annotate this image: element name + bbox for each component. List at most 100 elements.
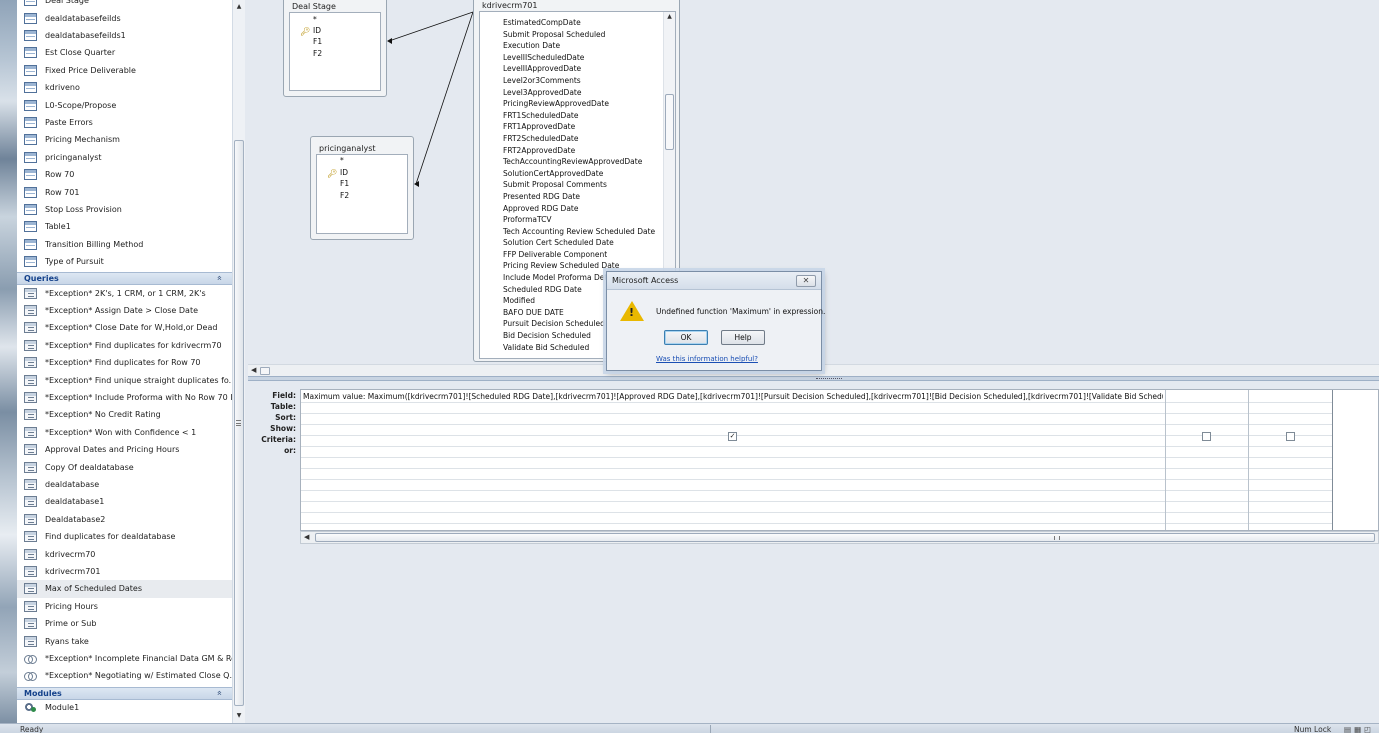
field-item[interactable]: SolutionCertApprovedDate: [480, 168, 663, 180]
field-item[interactable]: Level3ApprovedDate: [480, 87, 663, 99]
scroll-up-arrow-icon[interactable]: ▲: [664, 13, 675, 20]
nav-item[interactable]: dealdatabase: [17, 476, 232, 493]
table-object-icon: [24, 221, 37, 233]
nav-item[interactable]: Paste Errors: [17, 114, 232, 131]
nav-item[interactable]: Approval Dates and Pricing Hours: [17, 441, 232, 458]
collapse-chevron-icon[interactable]: »: [215, 690, 225, 696]
nav-item[interactable]: dealdatabasefeilds: [17, 9, 232, 26]
nav-item[interactable]: Dealdatabase2: [17, 511, 232, 528]
nav-item[interactable]: *Exception* Find unique straight duplica…: [17, 371, 232, 388]
nav-item[interactable]: *Exception* Find duplicates for Row 70: [17, 354, 232, 371]
nav-item[interactable]: Est Close Quarter: [17, 44, 232, 61]
scroll-thumb[interactable]: [665, 94, 674, 150]
nav-item[interactable]: Table1: [17, 218, 232, 235]
nav-item[interactable]: Stop Loss Provision: [17, 201, 232, 218]
nav-item[interactable]: Deal Stage: [17, 0, 232, 9]
ok-button[interactable]: OK: [664, 330, 708, 345]
field-item[interactable]: 🔑︎ ID: [317, 167, 407, 179]
nav-item[interactable]: Pricing Mechanism: [17, 131, 232, 148]
query-object-icon: [24, 357, 37, 369]
nav-item[interactable]: *Exception* Incomplete Financial Data GM…: [17, 650, 232, 667]
table-title[interactable]: kdrivecrm701: [474, 0, 679, 11]
nav-item[interactable]: Transition Billing Method: [17, 236, 232, 253]
show-checkbox[interactable]: ✓: [728, 432, 737, 441]
field-item[interactable]: Approved RDG Date: [480, 203, 663, 215]
scroll-down-arrow-icon[interactable]: ▼: [233, 709, 245, 722]
field-item[interactable]: Presented RDG Date: [480, 191, 663, 203]
scroll-up-arrow-icon[interactable]: ▲: [233, 0, 245, 13]
field-item[interactable]: PricingReviewApprovedDate: [480, 98, 663, 110]
feedback-link[interactable]: Was this information helpful?: [656, 355, 758, 363]
grid-row-labels: Field: Table: Sort: Show: Criteria: or:: [248, 390, 296, 456]
nav-item[interactable]: *Exception* Negotiating w/ Estimated Clo…: [17, 667, 232, 684]
nav-item[interactable]: Find duplicates for dealdatabase: [17, 528, 232, 545]
field-item[interactable]: 🔑︎ ID: [290, 25, 380, 37]
nav-item[interactable]: dealdatabasefeilds1: [17, 27, 232, 44]
field-item[interactable]: FRT1ApprovedDate: [480, 121, 663, 133]
nav-item[interactable]: Copy Of dealdatabase: [17, 458, 232, 475]
nav-item[interactable]: Pricing Hours: [17, 598, 232, 615]
field-item[interactable]: FRT2ScheduledDate: [480, 133, 663, 145]
field-item[interactable]: Submit Proposal Scheduled: [480, 29, 663, 41]
field-item[interactable]: FRT2ApprovedDate: [480, 145, 663, 157]
scroll-thumb[interactable]: [260, 367, 270, 375]
field-item[interactable]: Level2or3Comments: [480, 75, 663, 87]
nav-item[interactable]: *Exception* Won with Confidence < 1: [17, 424, 232, 441]
field-item[interactable]: F2: [290, 48, 380, 60]
nav-item[interactable]: Prime or Sub: [17, 615, 232, 632]
nav-item[interactable]: kdriveno: [17, 79, 232, 96]
dialog-titlebar[interactable]: Microsoft Access ✕: [607, 272, 821, 290]
nav-item[interactable]: dealdatabase1: [17, 493, 232, 510]
field-item[interactable]: Solution Cert Scheduled Date: [480, 237, 663, 249]
field-item[interactable]: TechAccountingReviewApprovedDate: [480, 156, 663, 168]
field-item[interactable]: FFP Deliverable Component: [480, 249, 663, 261]
scroll-left-arrow-icon[interactable]: ◀: [304, 533, 309, 541]
nav-item[interactable]: kdrivecrm701: [17, 563, 232, 580]
table-title[interactable]: pricinganalyst: [311, 137, 413, 153]
nav-item[interactable]: *Exception* Assign Date > Close Date: [17, 302, 232, 319]
field-item[interactable]: F1: [317, 178, 407, 190]
nav-item[interactable]: Fixed Price Deliverable: [17, 62, 232, 79]
field-item[interactable]: F1: [290, 36, 380, 48]
view-switcher-icons[interactable]: ▤▦◰: [1344, 725, 1374, 733]
nav-item[interactable]: Module1: [17, 699, 232, 716]
field-item[interactable]: LevelIIScheduledDate: [480, 52, 663, 64]
nav-item[interactable]: Row 70: [17, 166, 232, 183]
query-design-grid[interactable]: Maximum value: Maximum([kdrivecrm701]![S…: [300, 389, 1379, 531]
show-checkbox[interactable]: [1286, 432, 1295, 441]
nav-item[interactable]: *Exception* No Credit Rating: [17, 406, 232, 423]
nav-item[interactable]: *Exception* 2K's, 1 CRM, or 1 CRM, 2K's: [17, 284, 232, 301]
table-object-icon: [24, 0, 37, 7]
field-item[interactable]: Tech Accounting Review Scheduled Date: [480, 226, 663, 238]
nav-item[interactable]: Max of Scheduled Dates: [17, 580, 232, 598]
close-icon[interactable]: ✕: [796, 275, 816, 287]
field-item[interactable]: FRT1ScheduledDate: [480, 110, 663, 122]
nav-item[interactable]: Type of Pursuit: [17, 253, 232, 270]
nav-item[interactable]: *Exception* Close Date for W,Hold,or Dea…: [17, 319, 232, 336]
nav-item[interactable]: Row 701: [17, 183, 232, 200]
scroll-left-arrow-icon[interactable]: ◀: [251, 366, 256, 374]
grid-horizontal-scrollbar[interactable]: ◀: [300, 531, 1379, 544]
help-button[interactable]: Help: [721, 330, 765, 345]
nav-item[interactable]: kdrivecrm70: [17, 545, 232, 562]
field-item[interactable]: *: [317, 155, 407, 167]
field-item[interactable]: ProformaTCV: [480, 214, 663, 226]
nav-item[interactable]: *Exception* Find duplicates for kdrivecr…: [17, 337, 232, 354]
scroll-thumb[interactable]: [315, 533, 1375, 542]
show-checkbox[interactable]: [1202, 432, 1211, 441]
navigation-scrollbar[interactable]: ▲ ▼: [232, 0, 245, 723]
nav-item[interactable]: L0-Scope/Propose: [17, 96, 232, 113]
field-item[interactable]: LevelIIApprovedDate: [480, 63, 663, 75]
nav-item[interactable]: Ryans take: [17, 632, 232, 649]
field-expression-cell[interactable]: Maximum value: Maximum([kdrivecrm701]![S…: [303, 392, 1163, 402]
nav-item[interactable]: *Exception* Include Proforma with No Row…: [17, 389, 232, 406]
field-item[interactable]: *: [290, 13, 380, 25]
field-item[interactable]: F2: [317, 190, 407, 202]
table-deal-stage[interactable]: Deal Stage * 🔑︎ ID F1 F2: [283, 0, 387, 97]
table-pricinganalyst[interactable]: pricinganalyst * 🔑︎ ID F1 F2: [310, 136, 414, 240]
field-item[interactable]: Execution Date: [480, 40, 663, 52]
collapse-chevron-icon[interactable]: »: [215, 276, 225, 282]
field-item[interactable]: Submit Proposal Comments: [480, 179, 663, 191]
nav-item[interactable]: pricinganalyst: [17, 149, 232, 166]
field-item[interactable]: EstimatedCompDate: [480, 17, 663, 29]
